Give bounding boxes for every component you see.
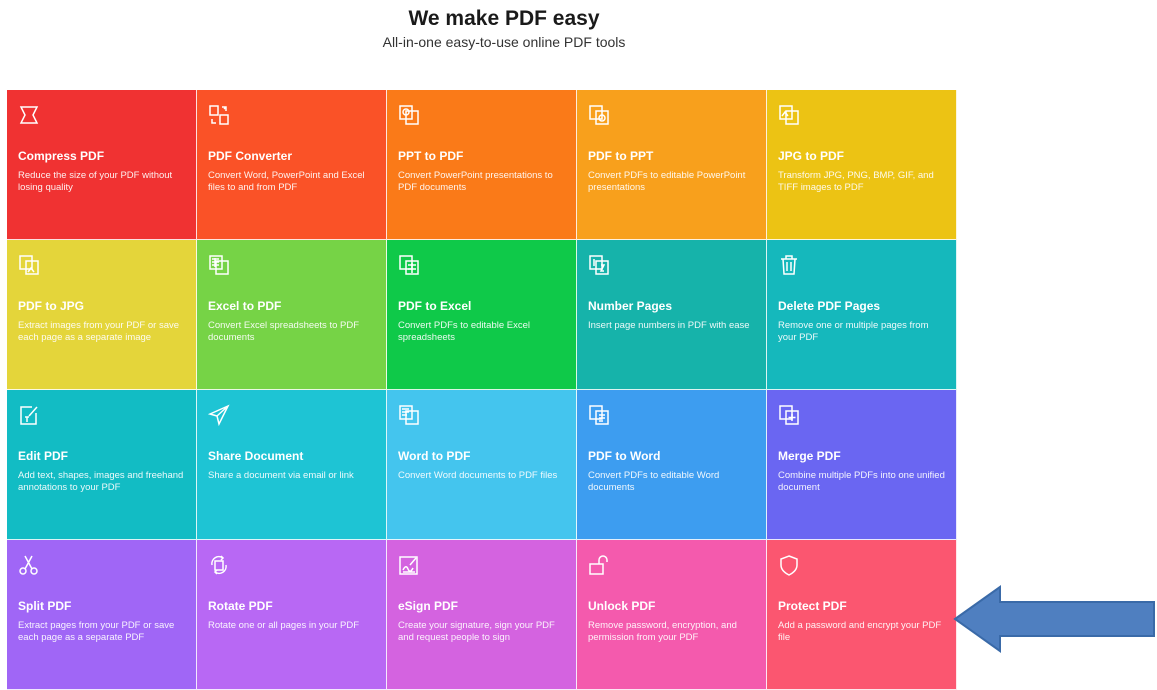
compress-icon xyxy=(18,104,40,128)
tool-description: Convert Excel spreadsheets to PDF docume… xyxy=(208,320,360,343)
trash-icon xyxy=(778,254,800,278)
word-icon xyxy=(398,404,420,428)
tool-tile-pdf-to-ppt[interactable]: PDF to PPT Convert PDFs to editable Power… xyxy=(577,90,767,240)
tool-description: Remove password, encryption, and permiss… xyxy=(588,620,737,643)
tool-title: Edit PDF xyxy=(18,449,68,463)
unlock-icon xyxy=(588,554,610,578)
tool-description: Combine multiple PDFs into one unified d… xyxy=(778,470,945,493)
tool-description: Transform JPG, PNG, BMP, GIF, and TIFF i… xyxy=(778,170,934,193)
pointer-arrow-icon xyxy=(953,585,1155,653)
tool-tile-pdf-converter[interactable]: PDF Converter Convert Word, PowerPoint an… xyxy=(197,90,387,240)
tool-title: eSign PDF xyxy=(398,599,459,613)
tool-tile-share-document[interactable]: Share Document Share a document via email… xyxy=(197,390,387,540)
tool-tile-compress-pdf[interactable]: Compress PDF Reduce the size of your PDF … xyxy=(7,90,197,240)
tool-tile-excel-to-pdf[interactable]: Excel to PDF Convert Excel spreadsheets t… xyxy=(197,240,387,390)
tool-tile-pdf-to-jpg[interactable]: PDF to JPG Extract images from your PDF o… xyxy=(7,240,197,390)
tool-tile-rotate-pdf[interactable]: Rotate PDF Rotate one or all pages in you… xyxy=(197,540,387,690)
tool-title: JPG to PDF xyxy=(778,149,845,163)
tool-title: Number Pages xyxy=(588,299,673,313)
tool-title: Compress PDF xyxy=(18,149,105,163)
tool-description: Insert page numbers in PDF with ease xyxy=(588,320,750,331)
pdf-to-excel-icon xyxy=(398,254,420,278)
tool-title: Merge PDF xyxy=(778,449,841,463)
tool-title: PDF to Word xyxy=(588,449,661,463)
edit-icon xyxy=(18,404,40,428)
tool-tile-protect-pdf[interactable]: Protect PDF Add a password and encrypt yo… xyxy=(767,540,957,690)
tool-description: Remove one or multiple pages from your P… xyxy=(778,320,929,343)
tool-title: PDF to Excel xyxy=(398,299,472,313)
tool-title: Word to PDF xyxy=(398,449,471,463)
tool-description: Convert Word, PowerPoint and Excel files… xyxy=(208,170,365,193)
tool-tile-merge-pdf[interactable]: Merge PDF Combine multiple PDFs into one … xyxy=(767,390,957,540)
number-pages-icon xyxy=(588,254,610,278)
tool-title: Rotate PDF xyxy=(208,599,273,613)
pdf-to-word-icon xyxy=(588,404,610,428)
tool-description: Add a password and encrypt your PDF file xyxy=(778,620,942,643)
tool-tile-ppt-to-pdf[interactable]: PPT to PDF Convert PowerPoint presentatio… xyxy=(387,90,577,240)
tool-description: Reduce the size of your PDF without losi… xyxy=(18,170,173,193)
tool-tile-edit-pdf[interactable]: Edit PDF Add text, shapes, images and fre… xyxy=(7,390,197,540)
ppt-icon xyxy=(398,104,420,128)
tool-description: Convert Word documents to PDF files xyxy=(398,470,558,481)
tool-tile-word-to-pdf[interactable]: Word to PDF Convert Word documents to PDF… xyxy=(387,390,577,540)
tool-description: Rotate one or all pages in your PDF xyxy=(208,620,360,631)
page-header: We make PDF easy All-in-one easy-to-use … xyxy=(0,6,1008,52)
tool-description: Convert PDFs to editable Word documents xyxy=(588,470,720,493)
image-icon xyxy=(778,104,800,128)
tool-title: PDF Converter xyxy=(208,149,293,163)
signature-icon xyxy=(398,554,420,578)
tool-description: Share a document via email or link xyxy=(208,470,354,481)
scissors-icon xyxy=(18,554,40,578)
tool-title: PPT to PDF xyxy=(398,149,464,163)
shield-icon xyxy=(778,554,800,578)
tool-description: Convert PDFs to editable Excel spreadshe… xyxy=(398,320,531,343)
tool-title: Share Document xyxy=(208,449,304,463)
tool-tile-unlock-pdf[interactable]: Unlock PDF Remove password, encryption, a… xyxy=(577,540,767,690)
tool-description: Add text, shapes, images and freehand an… xyxy=(18,470,184,493)
tool-title: PDF to JPG xyxy=(18,299,85,313)
pdf-to-image-icon xyxy=(18,254,40,278)
excel-icon xyxy=(208,254,230,278)
tool-tile-pdf-to-excel[interactable]: PDF to Excel Convert PDFs to editable Exc… xyxy=(387,240,577,390)
tool-description: Extract images from your PDF or save eac… xyxy=(18,320,180,343)
send-icon xyxy=(207,404,230,428)
page-title: We make PDF easy xyxy=(408,7,600,30)
merge-icon xyxy=(778,404,800,428)
tool-title: Unlock PDF xyxy=(588,599,656,613)
convert-icon xyxy=(208,104,230,128)
tool-description: Convert PowerPoint presentations to PDF … xyxy=(398,170,553,193)
tool-description: Convert PDFs to editable PowerPoint pres… xyxy=(588,170,746,193)
pdf-to-ppt-icon xyxy=(588,104,610,128)
tool-description: Extract pages from your PDF or save each… xyxy=(18,620,175,643)
tool-tile-esign-pdf[interactable]: eSign PDF Create your signature, sign you… xyxy=(387,540,577,690)
tools-grid: Compress PDF Reduce the size of your PDF … xyxy=(7,90,957,690)
tool-description: Create your signature, sign your PDF and… xyxy=(398,620,555,643)
tool-title: Delete PDF Pages xyxy=(778,299,881,313)
tool-title: Excel to PDF xyxy=(208,299,282,313)
rotate-icon xyxy=(208,554,230,578)
tool-tile-number-pages[interactable]: Number Pages Insert page numbers in PDF w… xyxy=(577,240,767,390)
page-subtitle: All-in-one easy-to-use online PDF tools xyxy=(382,34,626,50)
tool-title: Split PDF xyxy=(18,599,72,613)
tool-tile-split-pdf[interactable]: Split PDF Extract pages from your PDF or … xyxy=(7,540,197,690)
tool-tile-delete-pdf-pages[interactable]: Delete PDF Pages Remove one or multiple p… xyxy=(767,240,957,390)
tool-tile-pdf-to-word[interactable]: PDF to Word Convert PDFs to editable Word… xyxy=(577,390,767,540)
tool-tile-jpg-to-pdf[interactable]: JPG to PDF Transform JPG, PNG, BMP, GIF, … xyxy=(767,90,957,240)
tool-title: PDF to PPT xyxy=(588,149,654,163)
tool-title: Protect PDF xyxy=(778,599,847,613)
